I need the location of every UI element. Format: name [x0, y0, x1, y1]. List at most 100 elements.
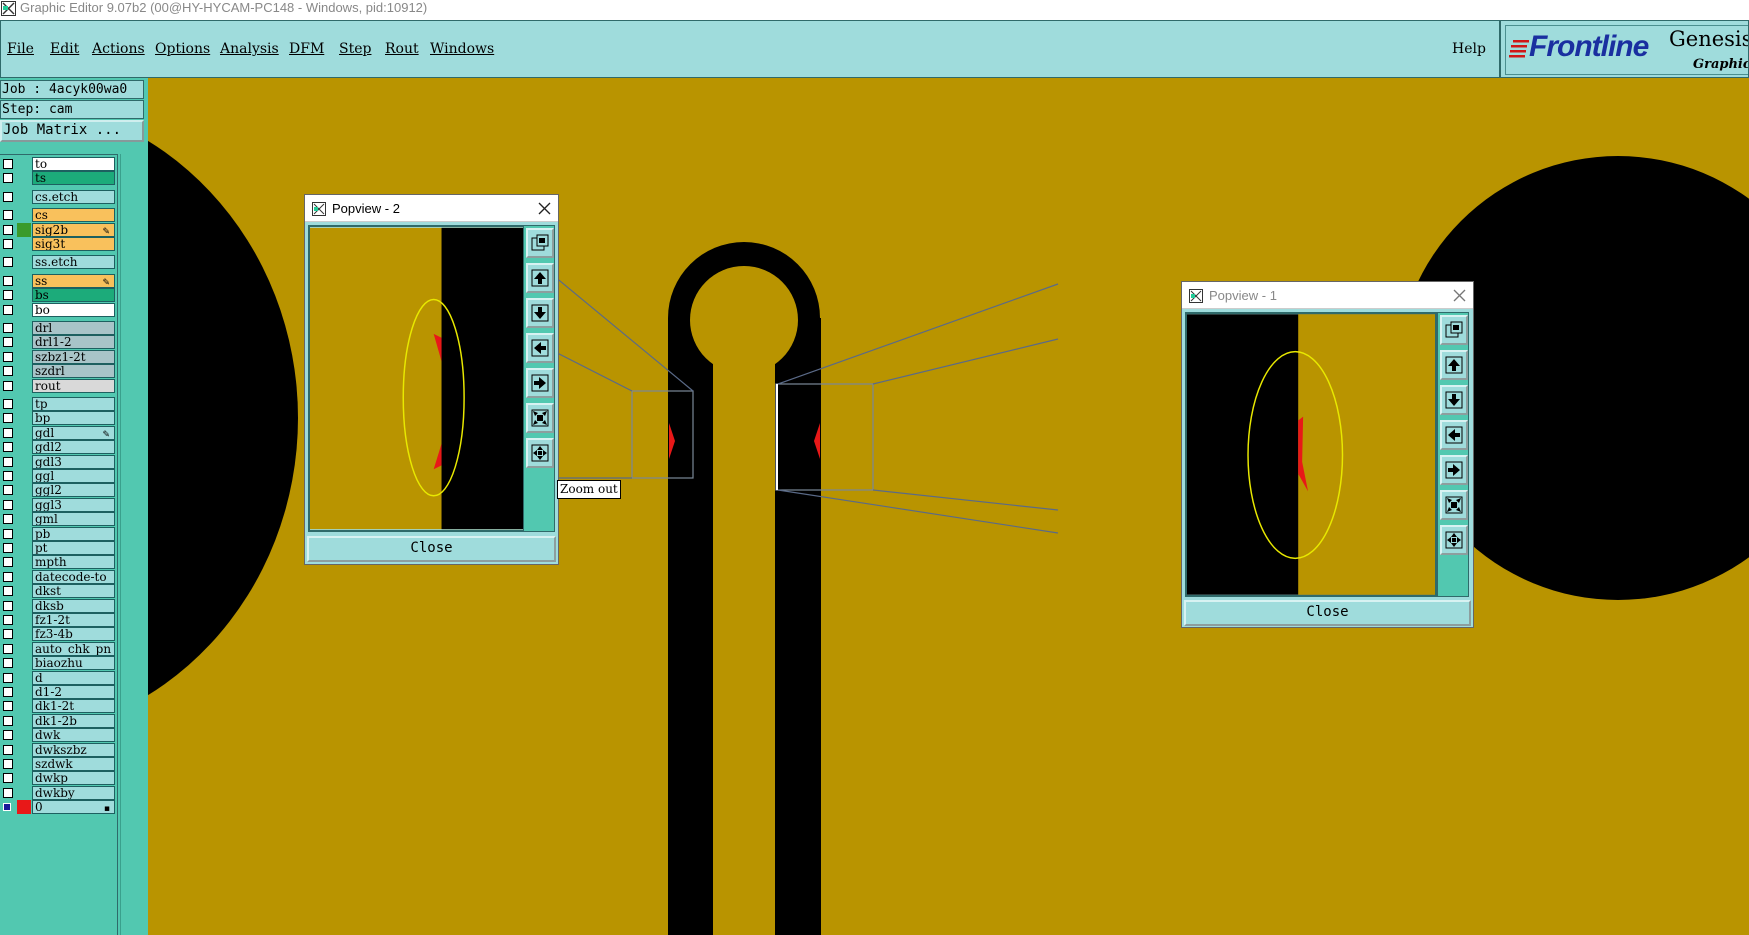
layer-row[interactable]: dwkp [0, 771, 118, 786]
layer-row[interactable]: rout [0, 378, 118, 393]
layer-checkbox[interactable] [3, 427, 13, 438]
popview-1-titlebar[interactable]: Popview - 1 [1182, 282, 1473, 309]
layer-row[interactable]: drl1-2 [0, 335, 118, 350]
layer-row[interactable]: gdl ✎ [0, 425, 118, 440]
layer-row[interactable]: ts [0, 171, 118, 186]
close-icon[interactable] [538, 202, 551, 215]
layer-list-scrollbar[interactable] [120, 154, 146, 935]
layer-row[interactable]: bo [0, 302, 118, 317]
layer-row[interactable]: ggl2 [0, 483, 118, 498]
zoom-out-button[interactable] [526, 438, 554, 468]
layer-checkbox[interactable] [3, 191, 13, 202]
layer-row[interactable]: ggl [0, 469, 118, 483]
menu-edit[interactable]: Edit [50, 41, 79, 57]
layer-row[interactable]: szdwk [0, 757, 118, 771]
close-icon[interactable] [1453, 289, 1466, 302]
layer-checkbox[interactable] [3, 399, 13, 409]
layer-name[interactable]: szdwk [32, 757, 115, 771]
layer-checkbox[interactable] [3, 224, 13, 235]
layer-checkbox[interactable] [3, 442, 13, 453]
menu-file[interactable]: File [7, 41, 34, 57]
menu-options[interactable]: Options [155, 41, 210, 57]
layer-name[interactable]: ss.etch [32, 255, 115, 270]
layer-row[interactable]: d [0, 670, 118, 685]
pan-left-button[interactable] [526, 333, 554, 363]
layer-checkbox[interactable] [3, 615, 13, 625]
layer-checkbox[interactable] [3, 571, 13, 582]
menu-step[interactable]: Step [339, 41, 371, 57]
layer-name[interactable]: dksb [32, 598, 115, 613]
job-matrix-button[interactable]: Job Matrix ... [0, 120, 144, 142]
layer-checkbox[interactable] [3, 744, 13, 755]
layer-checkbox[interactable] [3, 586, 13, 597]
layer-name[interactable]: gdl2 [32, 440, 115, 455]
layer-checkbox[interactable] [3, 543, 13, 553]
layer-name[interactable]: biaozhu [32, 656, 115, 671]
layer-checkbox[interactable] [3, 600, 13, 611]
layer-row[interactable]: d1-2 [0, 685, 118, 699]
layer-name[interactable]: fz3-4b [32, 627, 115, 642]
pan-right-button[interactable] [526, 368, 554, 398]
layer-row[interactable]: drl [0, 321, 118, 335]
layer-row[interactable]: ss.etch [0, 255, 118, 270]
layer-name[interactable]: cs [32, 208, 115, 223]
layer-name[interactable]: cs.etch [32, 189, 115, 204]
layer-checkbox[interactable] [3, 366, 13, 377]
menu-windows[interactable]: Windows [430, 41, 494, 57]
layer-checkbox[interactable] [3, 759, 13, 769]
layer-row[interactable]: dk1-2t [0, 699, 118, 714]
layer-row[interactable]: dwkby [0, 785, 118, 800]
pan-up-button[interactable] [526, 263, 554, 293]
menu-rout[interactable]: Rout [385, 41, 419, 57]
layer-checkbox[interactable] [3, 701, 13, 712]
layer-name[interactable]: drl1-2 [32, 335, 115, 350]
zoom-out-button[interactable] [1440, 525, 1468, 555]
pan-up-button[interactable] [1440, 350, 1468, 380]
menu-actions[interactable]: Actions [92, 41, 145, 57]
layer-row[interactable]: sig2b ✎ [0, 222, 118, 237]
layer-checkbox[interactable] [3, 773, 13, 784]
layer-name[interactable]: sig2b ✎ [32, 222, 115, 237]
layer-name[interactable]: d [32, 670, 115, 685]
menu-help[interactable]: Help [1452, 41, 1486, 57]
layer-name[interactable]: dkst [32, 584, 115, 599]
layer-name[interactable]: d1-2 [32, 685, 115, 699]
layer-checkbox[interactable] [3, 159, 13, 169]
layer-checkbox[interactable] [3, 413, 13, 424]
zoom-in-button[interactable] [1440, 490, 1468, 520]
layer-name[interactable]: bo [32, 302, 115, 317]
layer-checkbox[interactable] [3, 730, 13, 741]
layer-name[interactable]: drl [32, 321, 115, 335]
layer-name[interactable]: auto_chk_pn [32, 641, 115, 656]
layer-row[interactable]: szbz1-2t [0, 349, 118, 364]
popview-2-view[interactable] [308, 225, 525, 532]
layer-name[interactable]: dk1-2t [32, 699, 115, 714]
pan-right-button[interactable] [1440, 455, 1468, 485]
layer-name[interactable]: pt [32, 541, 115, 555]
zoom-home-button[interactable] [526, 228, 554, 258]
layer-name[interactable]: dwk [32, 728, 115, 743]
layer-name[interactable]: ggl3 [32, 497, 115, 512]
layer-checkbox[interactable] [3, 557, 13, 568]
layer-row[interactable]: fz1-2t [0, 613, 118, 627]
layer-row[interactable]: auto_chk_pn [0, 641, 118, 656]
layer-checkbox[interactable] [3, 257, 13, 268]
layer-row[interactable]: bs [0, 288, 118, 303]
layer-row[interactable]: bp [0, 411, 118, 426]
layer-name[interactable]: ggl2 [32, 483, 115, 498]
layer-name[interactable]: dwkp [32, 771, 115, 786]
layer-checkbox[interactable] [3, 337, 13, 348]
popview-2-close-button[interactable]: Close [307, 536, 556, 562]
layer-name[interactable]: 0 ▪ [32, 800, 115, 815]
zoom-home-button[interactable] [1440, 315, 1468, 345]
layer-name[interactable]: dk1-2b [32, 713, 115, 728]
layer-checkbox[interactable] [3, 456, 13, 467]
pan-down-button[interactable] [526, 298, 554, 328]
layer-checkbox[interactable] [3, 528, 13, 539]
layer-row[interactable]: to [0, 157, 118, 171]
layer-checkbox[interactable] [3, 304, 13, 315]
pan-left-button[interactable] [1440, 420, 1468, 450]
layer-row[interactable]: datecode-to [0, 569, 118, 584]
layer-name[interactable]: ss ✎ [32, 273, 115, 288]
layer-row[interactable]: pt [0, 541, 118, 555]
